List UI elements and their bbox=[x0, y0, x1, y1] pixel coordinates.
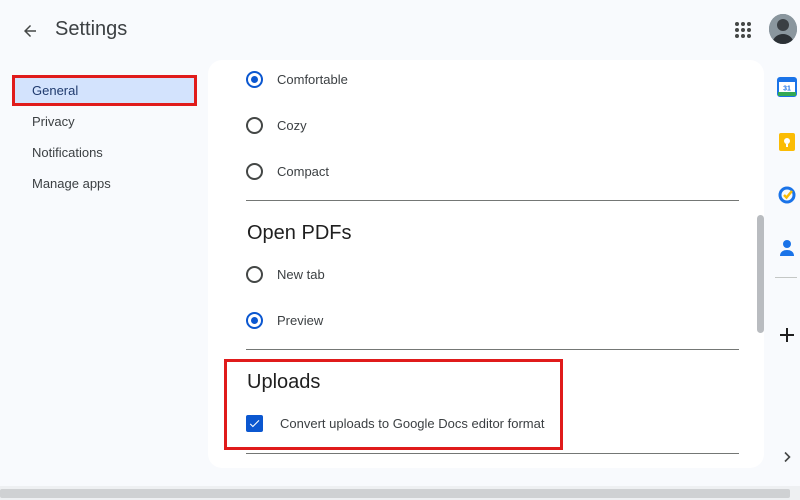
nav-item-label: Privacy bbox=[32, 114, 75, 129]
radio-option-compact[interactable]: Compact bbox=[246, 163, 329, 180]
radio-button[interactable] bbox=[246, 312, 263, 329]
radio-button[interactable] bbox=[246, 266, 263, 283]
tasks-button[interactable] bbox=[777, 185, 797, 205]
nav-item-notifications[interactable]: Notifications bbox=[12, 137, 197, 168]
vertical-scrollbar-thumb[interactable] bbox=[757, 215, 764, 333]
add-icon bbox=[780, 328, 794, 342]
radio-option-comfortable[interactable]: Comfortable bbox=[246, 71, 348, 88]
back-button[interactable] bbox=[17, 18, 43, 44]
contacts-button[interactable] bbox=[777, 238, 797, 258]
page-title: Settings bbox=[55, 18, 128, 40]
apps-grid-icon bbox=[735, 22, 751, 38]
nav-item-label: Manage apps bbox=[32, 176, 111, 191]
radio-button[interactable] bbox=[246, 117, 263, 134]
arrow-left-icon bbox=[24, 25, 36, 37]
nav-item-general[interactable]: General bbox=[12, 75, 197, 106]
nav-item-manage-apps[interactable]: Manage apps bbox=[12, 168, 197, 199]
calendar-day-text: 31 bbox=[783, 86, 791, 93]
app-header: Settings bbox=[0, 0, 800, 60]
section-title-open-pdfs: Open PDFs bbox=[247, 222, 352, 244]
nav-item-label: Notifications bbox=[32, 145, 103, 160]
profile-photo-icon bbox=[769, 14, 797, 44]
side-panel-divider bbox=[775, 277, 797, 278]
option-label: Compact bbox=[277, 164, 330, 179]
nav-item-label: General bbox=[32, 83, 79, 98]
add-app-button[interactable] bbox=[777, 325, 797, 345]
calendar-button[interactable]: 31 bbox=[777, 77, 797, 97]
nav-item-privacy[interactable]: Privacy bbox=[12, 106, 197, 137]
tasks-icon bbox=[778, 186, 796, 204]
contacts-icon bbox=[780, 240, 794, 256]
convert-uploads-label: Convert uploads to Google Docs editor fo… bbox=[280, 416, 545, 431]
horizontal-scrollbar-thumb[interactable] bbox=[0, 489, 790, 498]
radio-button[interactable] bbox=[246, 163, 263, 180]
avatar[interactable] bbox=[769, 14, 797, 44]
keep-icon bbox=[779, 133, 795, 151]
radio-button[interactable] bbox=[246, 71, 263, 88]
section-divider bbox=[246, 349, 739, 350]
chevron-right-icon bbox=[784, 451, 791, 463]
radio-option-new-tab[interactable]: New tab bbox=[246, 266, 325, 283]
calendar-icon: 31 bbox=[777, 77, 797, 97]
section-title-uploads: Uploads bbox=[247, 371, 321, 393]
show-side-panel-button[interactable] bbox=[777, 447, 797, 467]
option-label: Cozy bbox=[277, 118, 307, 133]
settings-nav: General Privacy Notifications Manage app… bbox=[12, 75, 197, 199]
apps-button[interactable] bbox=[731, 18, 755, 42]
radio-option-preview[interactable]: Preview bbox=[246, 312, 323, 329]
checkmark-icon bbox=[249, 420, 260, 428]
section-divider bbox=[246, 453, 739, 454]
radio-option-cozy[interactable]: Cozy bbox=[246, 117, 307, 134]
keep-button[interactable] bbox=[777, 132, 797, 152]
option-label: Preview bbox=[277, 313, 324, 328]
convert-uploads-checkbox[interactable] bbox=[246, 415, 263, 432]
option-label: Comfortable bbox=[277, 72, 348, 87]
section-divider bbox=[246, 200, 739, 201]
option-label: New tab bbox=[277, 267, 325, 282]
